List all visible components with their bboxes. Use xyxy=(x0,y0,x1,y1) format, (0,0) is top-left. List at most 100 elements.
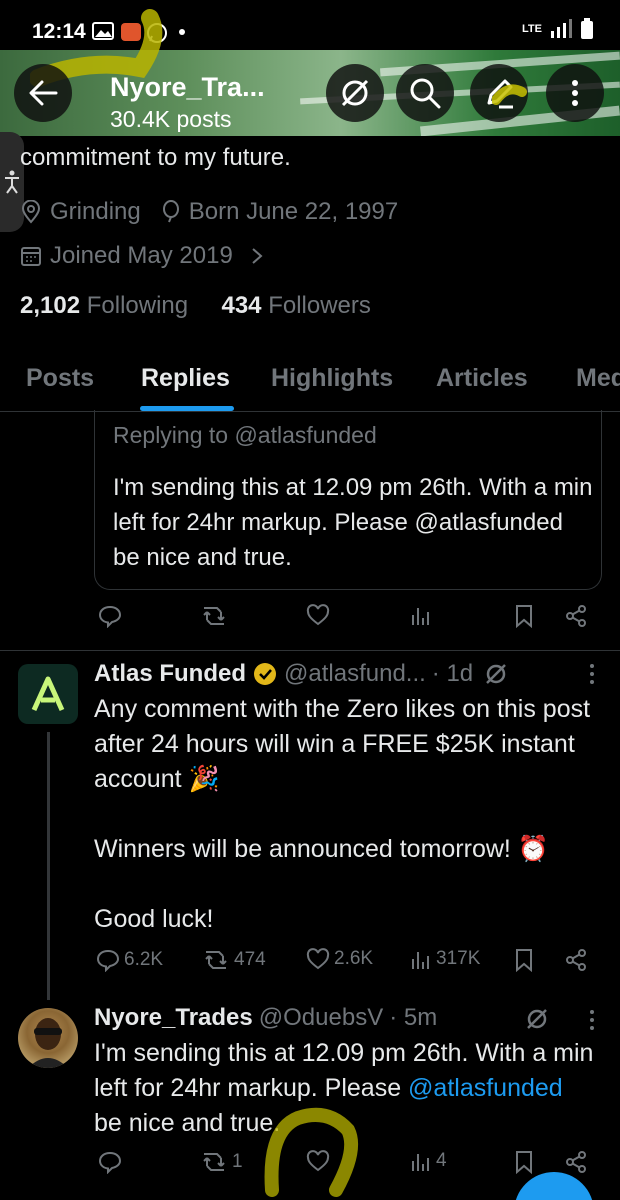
profile-bio: commitment to my future. xyxy=(20,144,291,171)
mention-link[interactable]: @atlasfunded xyxy=(408,1074,563,1102)
more-options-button[interactable] xyxy=(546,64,604,122)
quoted-reply-text: I'm sending this at 12.09 pm 26th. With … xyxy=(113,474,593,571)
share-icon xyxy=(566,949,586,971)
share-button[interactable] xyxy=(564,1150,588,1174)
bookmark-button[interactable] xyxy=(514,604,534,628)
repost-button[interactable] xyxy=(200,604,228,628)
share-button[interactable] xyxy=(564,948,588,972)
pencil-icon xyxy=(487,79,513,109)
quoted-reply-card[interactable]: Replying to @atlasfunded I'm sending thi… xyxy=(94,410,602,590)
like-button[interactable]: 2.6K xyxy=(306,948,373,970)
bookmark-button[interactable] xyxy=(514,948,534,972)
view-count: 317K xyxy=(436,948,481,969)
followers-link[interactable]: 434 Followers xyxy=(221,292,370,319)
followers-label: Followers xyxy=(268,292,371,319)
user-handle[interactable]: @OduebsV xyxy=(259,1004,383,1032)
atlas-logo-icon xyxy=(31,676,65,712)
more-vertical-icon xyxy=(590,664,594,684)
reply-count: 6.2K xyxy=(124,949,164,970)
like-count: 2.6K xyxy=(334,948,374,969)
accessibility-icon xyxy=(5,170,19,194)
bookmark-icon xyxy=(516,605,532,628)
header-post-count: 30.4K posts xyxy=(110,106,232,132)
grok-button[interactable] xyxy=(326,64,384,122)
atlas-handle[interactable]: @atlasfund... xyxy=(284,660,426,688)
user-avatar[interactable] xyxy=(18,1008,78,1068)
bookmark-button[interactable] xyxy=(514,1150,534,1174)
reply-button[interactable] xyxy=(98,1150,122,1174)
heart-icon xyxy=(306,1150,330,1172)
tab-media[interactable]: Med xyxy=(576,364,620,393)
views-icon xyxy=(412,952,429,969)
tab-posts[interactable]: Posts xyxy=(26,364,94,393)
search-button[interactable] xyxy=(396,64,454,122)
battery-icon xyxy=(581,18,593,39)
followers-count: 434 xyxy=(221,292,262,319)
arrow-left-icon xyxy=(29,80,58,106)
following-count: 2,102 xyxy=(20,292,81,319)
avatar-photo-icon xyxy=(28,1018,68,1068)
repost-icon xyxy=(203,607,225,625)
edit-button[interactable] xyxy=(470,64,528,122)
comment-icon xyxy=(96,949,120,972)
share-icon xyxy=(566,1151,586,1173)
user-name[interactable]: Nyore_Trades xyxy=(94,1004,253,1032)
user-time: · 5m xyxy=(389,1004,438,1031)
balloon-icon xyxy=(162,200,179,223)
heart-icon xyxy=(306,948,330,970)
back-button[interactable] xyxy=(14,64,72,122)
repost-button[interactable]: 1 xyxy=(200,1150,243,1174)
atlas-avatar[interactable] xyxy=(18,664,78,724)
reply-button[interactable]: 6.2K xyxy=(96,948,163,972)
atlas-tweet-text-1: Any comment with the Zero likes on this … xyxy=(94,695,591,793)
network-label: LTE xyxy=(522,23,542,35)
share-button[interactable] xyxy=(564,604,588,628)
view-count: 4 xyxy=(436,1150,447,1171)
reply-actions-row xyxy=(0,604,620,640)
atlas-tweet-header: Atlas Funded @atlasfund... · 1d xyxy=(94,660,509,688)
atlas-time: · 1d xyxy=(431,660,474,687)
header-name: Nyore_Tra... xyxy=(110,72,265,102)
profile-tabs: Posts Replies Highlights Articles Med xyxy=(0,352,620,412)
atlas-actions-row: 6.2K 474 2.6K 317K xyxy=(0,948,620,984)
grok-icon[interactable] xyxy=(524,1006,550,1032)
atlas-name[interactable]: Atlas Funded xyxy=(94,660,246,688)
verified-badge-icon xyxy=(254,663,277,685)
like-button[interactable] xyxy=(306,604,330,626)
divider xyxy=(0,650,620,651)
atlas-more-button[interactable] xyxy=(588,662,596,693)
atlas-tweet-text-3: Good luck! xyxy=(94,905,214,933)
profile-joined-row[interactable]: Joined May 2019 xyxy=(20,242,275,270)
tab-replies[interactable]: Replies xyxy=(141,364,230,393)
grok-icon[interactable] xyxy=(483,661,509,687)
bookmark-icon xyxy=(516,1151,532,1174)
user-tweet-text: I'm sending this at 12.09 pm 26th. With … xyxy=(94,1036,594,1141)
replying-to-label: Replying to @atlasfunded xyxy=(113,422,377,448)
status-bar: 12:14 LTE xyxy=(0,0,620,50)
profile-birthday: Born June 22, 1997 xyxy=(188,198,399,225)
search-icon xyxy=(410,78,441,109)
views-icon xyxy=(412,1154,429,1171)
share-icon xyxy=(566,605,586,627)
reply-button[interactable] xyxy=(98,604,122,628)
status-right: LTE xyxy=(522,18,594,40)
more-vertical-icon xyxy=(572,80,578,106)
location-icon xyxy=(21,200,41,224)
app-notification-icon xyxy=(121,23,141,41)
tab-highlights[interactable]: Highlights xyxy=(271,364,393,393)
status-time: 12:14 xyxy=(32,20,86,43)
repost-icon xyxy=(205,951,227,969)
repost-button[interactable]: 474 xyxy=(202,948,266,972)
repost-count: 474 xyxy=(234,949,266,970)
following-link[interactable]: 2,102 Following xyxy=(20,292,188,319)
user-actions-row: 1 4 xyxy=(0,1150,620,1186)
signal-icon xyxy=(551,19,572,38)
views-button[interactable]: 317K xyxy=(410,948,480,970)
tab-articles[interactable]: Articles xyxy=(436,364,528,393)
views-button[interactable] xyxy=(410,604,432,626)
user-more-button[interactable] xyxy=(588,1008,596,1039)
grok-icon xyxy=(341,79,369,107)
views-button[interactable]: 4 xyxy=(410,1150,447,1172)
like-button[interactable] xyxy=(306,1150,330,1172)
user-tweet-text-b: be nice and true. xyxy=(94,1109,281,1137)
